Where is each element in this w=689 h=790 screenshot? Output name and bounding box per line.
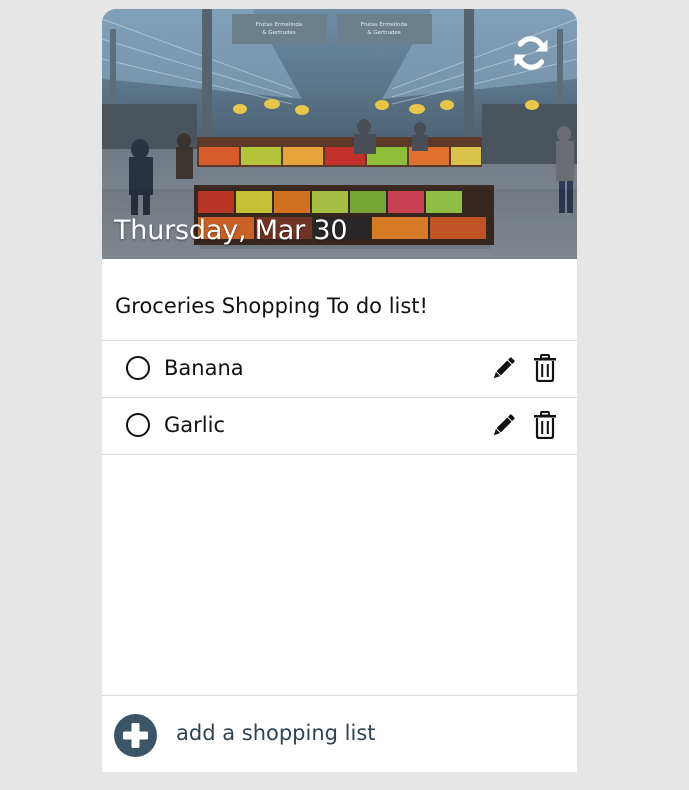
svg-text:& Gertrudes: & Gertrudes [262,30,296,36]
current-date: Thursday, Mar 30 [114,215,348,246]
footer-divider [102,695,577,696]
refresh-icon[interactable] [511,33,551,73]
list-item: Banana [102,341,577,398]
item-label: Garlic [164,413,225,437]
trash-icon[interactable] [533,411,557,439]
list-title: Groceries Shopping To do list! [115,294,428,318]
trash-icon[interactable] [533,354,557,382]
item-checkbox[interactable] [126,413,150,437]
item-checkbox[interactable] [126,356,150,380]
todo-card: Frutas Ermelinda & Gertrudes Frutas Erme… [102,9,577,772]
svg-text:Frutas Ermelinda: Frutas Ermelinda [256,22,302,28]
pencil-icon[interactable] [490,356,516,382]
item-label: Banana [164,356,244,380]
svg-text:Frutas Ermelinda: Frutas Ermelinda [361,22,407,28]
svg-text:& Gertrudes: & Gertrudes [367,30,401,36]
pencil-icon[interactable] [490,413,516,439]
plus-circle-icon[interactable] [114,714,157,757]
add-shopping-list-label[interactable]: add a shopping list [176,718,376,748]
list-item: Garlic [102,398,577,455]
header-image: Frutas Ermelinda & Gertrudes Frutas Erme… [102,9,577,259]
